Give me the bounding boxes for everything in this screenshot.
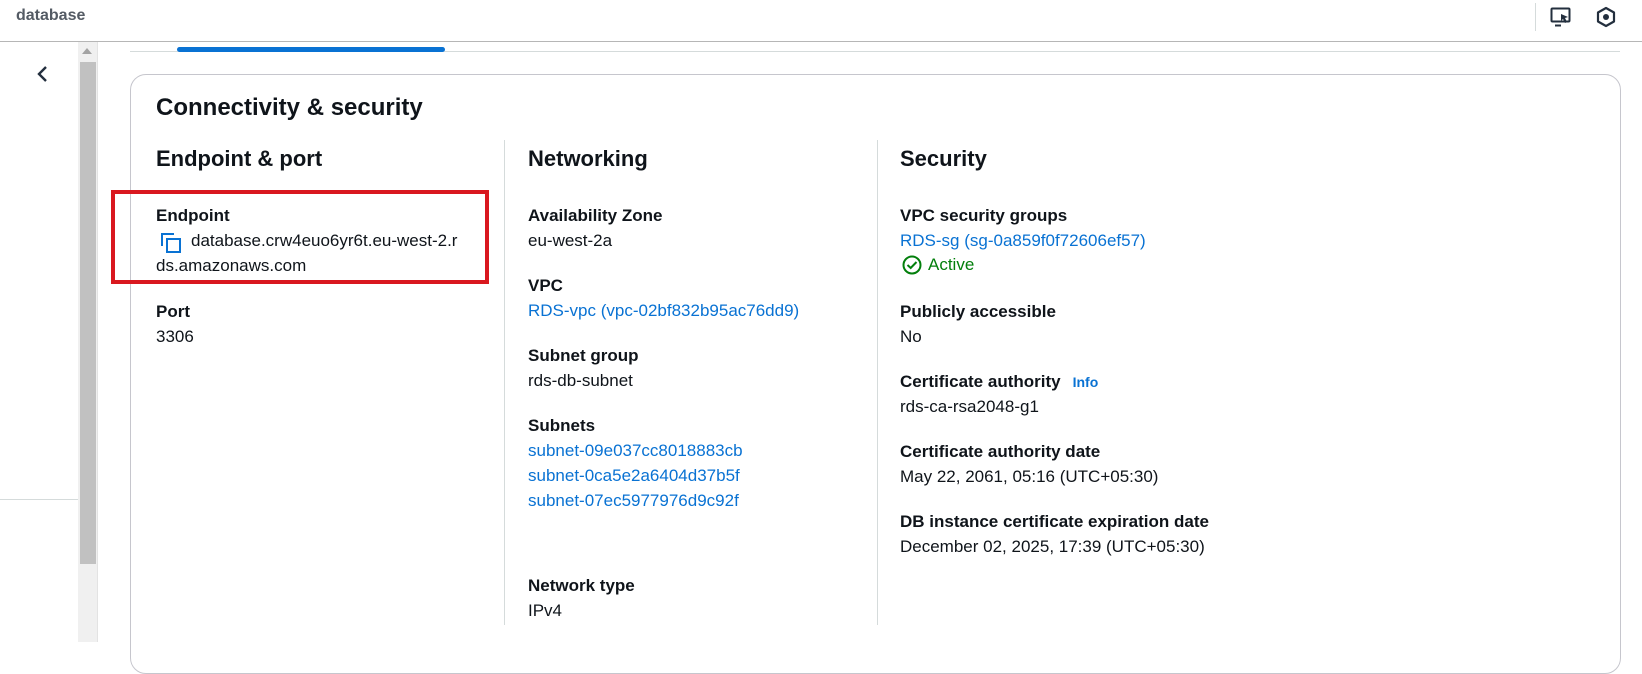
certificate-authority-date-value: May 22, 2061, 05:16 (UTC+05:30)	[900, 467, 1159, 486]
certificate-authority-label-text: Certificate authority	[900, 372, 1061, 391]
publicly-accessible-label: Publicly accessible	[900, 302, 1056, 321]
top-bar: database	[0, 0, 1642, 42]
certificate-authority-date-label: Certificate authority date	[900, 442, 1101, 461]
side-navigation-rail	[0, 42, 78, 642]
check-circle-icon	[902, 255, 922, 275]
certificate-expiration-value: December 02, 2025, 17:39 (UTC+05:30)	[900, 537, 1205, 556]
security-group-link[interactable]: RDS-sg (sg-0a859f0f72606ef57)	[900, 231, 1146, 251]
port-value: 3306	[156, 327, 194, 346]
chevron-left-icon[interactable]	[30, 62, 54, 86]
scrollbar[interactable]	[78, 42, 98, 642]
monitor-cursor-icon[interactable]	[1548, 4, 1574, 30]
column-divider	[877, 140, 878, 625]
status-badge: Active	[902, 255, 974, 275]
networking-heading: Networking	[528, 146, 648, 171]
panel-title: Connectivity & security	[156, 94, 423, 121]
port-label: Port	[156, 302, 190, 321]
subnet-group-label: Subnet group	[528, 346, 639, 365]
scrollbar-thumb[interactable]	[80, 62, 96, 564]
subnet-link[interactable]: subnet-07ec5977976d9c92f	[528, 491, 739, 511]
certificate-authority-value: rds-ca-rsa2048-g1	[900, 397, 1039, 416]
connectivity-security-panel	[130, 74, 1621, 674]
security-heading: Security	[900, 146, 987, 171]
active-tab-indicator	[177, 47, 445, 52]
subnet-group-value: rds-db-subnet	[528, 371, 633, 390]
vpc-link[interactable]: RDS-vpc (vpc-02bf832b95ac76dd9)	[528, 301, 799, 321]
toolbar-divider	[1535, 3, 1536, 31]
hexagon-settings-icon[interactable]	[1593, 4, 1619, 30]
column-divider	[504, 140, 505, 625]
rail-divider	[0, 499, 78, 500]
endpoint-highlight-box	[111, 190, 489, 284]
scroll-up-arrow[interactable]	[82, 48, 92, 54]
publicly-accessible-value: No	[900, 327, 922, 346]
subnet-link[interactable]: subnet-09e037cc8018883cb	[528, 441, 743, 461]
certificate-authority-label: Certificate authority Info	[900, 372, 1098, 392]
vpc-label: VPC	[528, 276, 563, 295]
network-type-value: IPv4	[528, 601, 563, 620]
certificate-expiration-label: DB instance certificate expiration date	[900, 512, 1209, 531]
subnets-label: Subnets	[528, 416, 596, 435]
network-type-label: Network type	[528, 576, 635, 595]
availability-zone-label: Availability Zone	[528, 206, 663, 225]
availability-zone-value: eu-west-2a	[528, 231, 613, 250]
subnet-link[interactable]: subnet-0ca5e2a6404d37b5f	[528, 466, 740, 486]
info-link[interactable]: Info	[1073, 374, 1099, 390]
vpc-security-groups-label: VPC security groups	[900, 206, 1068, 225]
app-title: database	[16, 7, 86, 24]
status-text: Active	[928, 255, 975, 274]
endpoint-port-heading: Endpoint & port	[156, 146, 323, 171]
